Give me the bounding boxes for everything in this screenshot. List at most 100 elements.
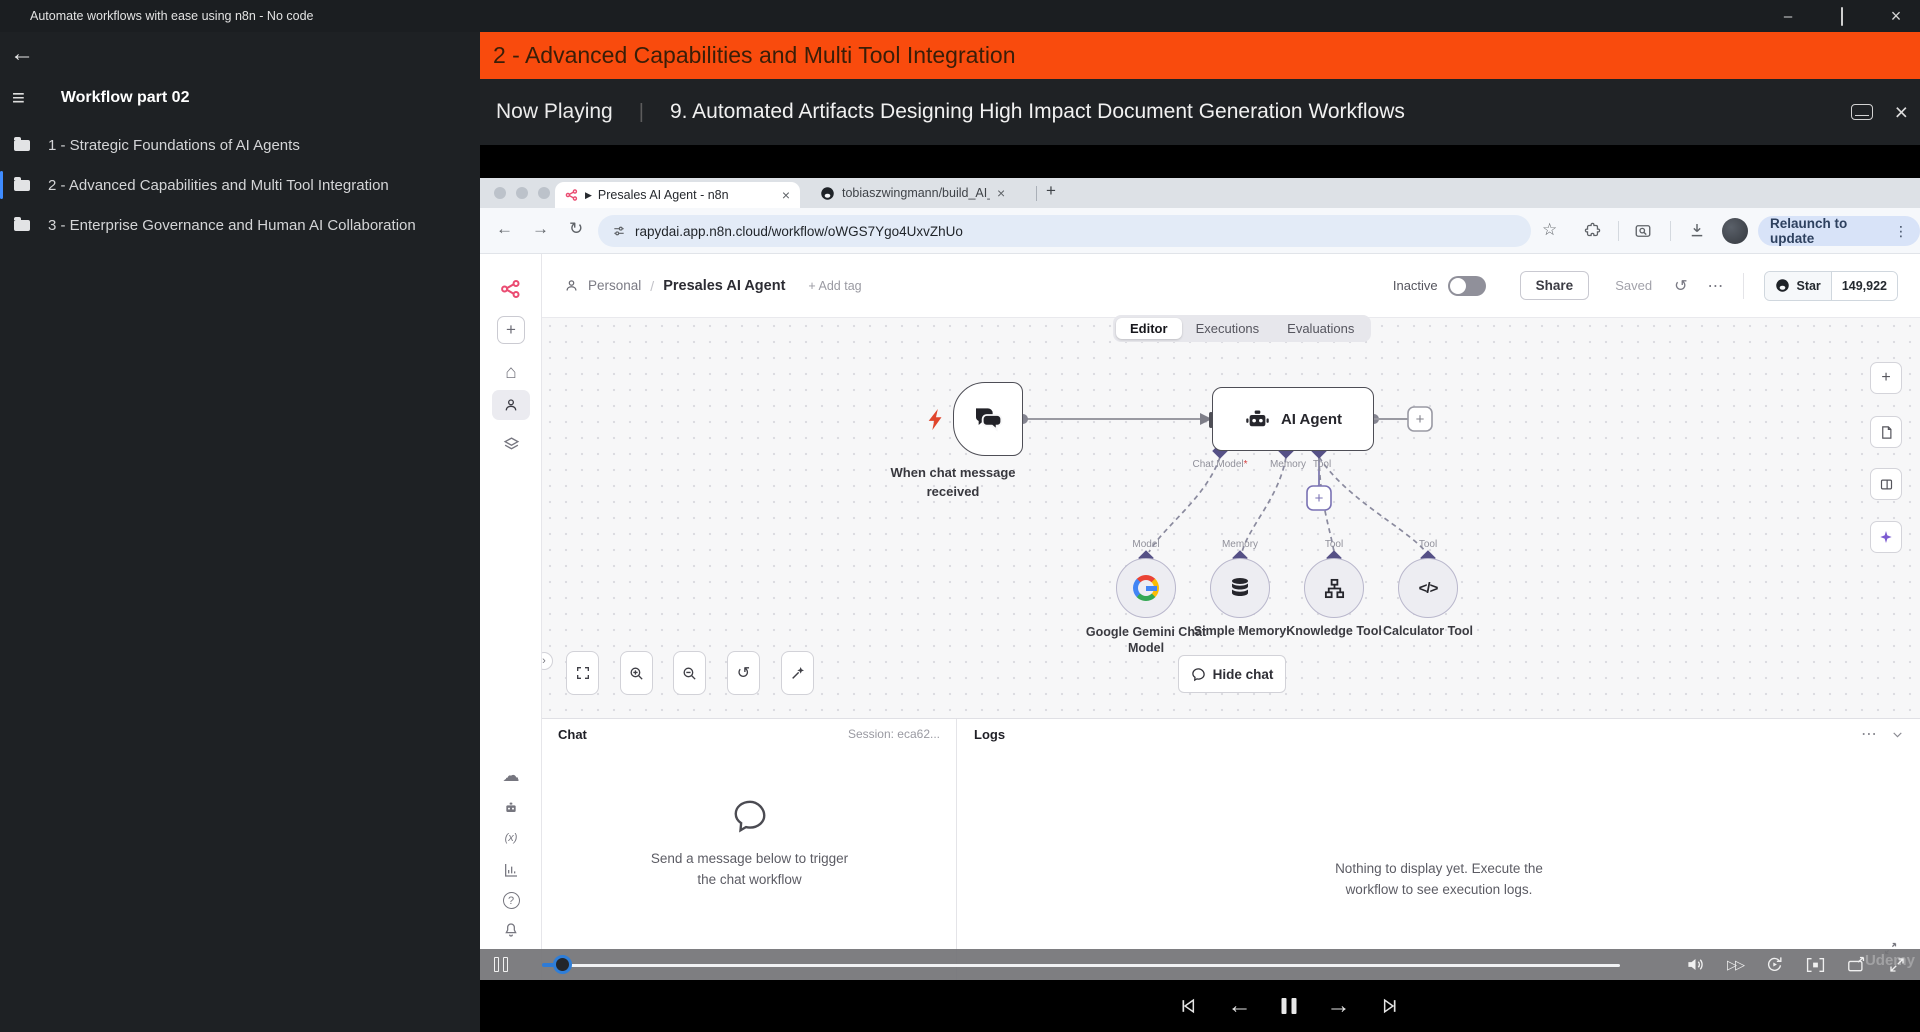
node-knowledge-tool[interactable] [1304,558,1364,618]
node-ai-agent[interactable]: AI Agent [1209,387,1374,451]
chat-session-id[interactable]: Session: eca62... [848,727,940,741]
history-icon[interactable]: ↺ [1674,276,1687,296]
more-options-icon[interactable]: ⋯ [1707,276,1723,296]
url-text: rapydai.app.n8n.cloud/workflow/oWGS7Ygo4… [635,223,963,239]
bot-icon[interactable] [480,800,542,816]
personal-project-icon[interactable] [480,390,542,420]
sidebar-header: ≡ Workflow part 02 [0,84,480,112]
add-workflow-button[interactable]: + [480,316,542,344]
skip-previous-icon[interactable] [1178,996,1198,1016]
progress-track[interactable] [570,964,1620,967]
pip-icon[interactable] [1847,956,1866,973]
tab-close-icon[interactable]: × [782,188,790,202]
person-icon [566,280,577,291]
node-calculator-tool[interactable]: </> [1398,558,1458,618]
fit-view-button[interactable] [566,651,599,695]
pause-button[interactable] [1281,998,1297,1014]
active-toggle[interactable] [1447,275,1486,296]
breadcrumb-project[interactable]: Personal [588,278,641,293]
restore-button[interactable] [1832,6,1852,26]
browser-forward-icon[interactable]: → [532,219,549,239]
skip-next-icon[interactable] [1381,996,1401,1016]
video-controls-bar[interactable]: Udemy ▷▷ [480,949,1920,980]
share-button[interactable]: Share [1519,271,1590,300]
help-icon[interactable]: ? [480,892,542,909]
add-sticky-note-button[interactable] [1870,416,1902,448]
ai-assistant-button[interactable] [1870,521,1902,553]
forward-arrow-icon[interactable]: → [1327,992,1351,1020]
minimize-button[interactable]: – [1778,8,1798,25]
workflow-canvas[interactable]: + + When chat message received AI Agent … [542,318,1920,718]
volume-icon[interactable] [1686,955,1705,974]
tab-close-icon[interactable]: × [997,186,1005,200]
hamburger-menu-icon[interactable]: ≡ [12,85,25,111]
close-button[interactable]: × [1886,6,1906,27]
subport-model: Model [1132,539,1160,550]
sidebar-item-section-1[interactable]: 1 - Strategic Foundations of AI Agents [0,128,480,162]
chevron-down-icon[interactable] [1891,728,1904,741]
selection-bar [0,211,3,239]
node-gemini-model[interactable] [1116,558,1176,618]
playback-speed-icon[interactable]: ▷▷ [1727,957,1745,973]
tidy-up-button[interactable] [781,651,814,695]
rewind-arrow-icon[interactable]: ← [1228,992,1252,1020]
video-frame[interactable]: ▶ Presales AI Agent - n8n × tobiaszwingm… [480,145,1920,981]
close-player-icon[interactable]: × [1895,100,1908,124]
extensions-icon[interactable] [1584,222,1601,239]
download-icon[interactable] [1688,221,1706,239]
chat-empty-line1: Send a message below to trigger [650,851,849,866]
tab-executions[interactable]: Executions [1182,318,1274,339]
variables-icon[interactable]: (x) [480,832,542,844]
address-bar[interactable]: rapydai.app.n8n.cloud/workflow/oWGS7Ygo4… [598,215,1531,247]
tab-editor[interactable]: Editor [1116,318,1182,339]
insights-chart-icon[interactable] [480,862,542,878]
chrome-menu-kebab-icon[interactable]: ⋮ [1894,223,1908,240]
sidebar-item-section-2[interactable]: 2 - Advanced Capabilities and Multi Tool… [0,168,480,202]
home-icon[interactable]: ⌂ [480,362,542,384]
workflow-name[interactable]: Presales AI Agent [663,278,785,294]
browser-tab-active[interactable]: ▶ Presales AI Agent - n8n × [555,182,800,208]
node-simple-memory[interactable] [1210,558,1270,618]
browser-back-icon[interactable]: ← [496,219,513,239]
layout-panel-button[interactable] [1870,468,1902,500]
cloud-icon[interactable]: ☁ [480,766,542,786]
github-star-widget[interactable]: Star 149,922 [1764,270,1898,301]
port-chat-model: Chat Model* [1192,459,1248,470]
tab-title: tobiaszwingmann/build_AI_a [842,186,990,200]
subport-tool1: Tool [1324,539,1344,550]
replay-icon[interactable] [1765,955,1784,974]
browser-reload-icon[interactable]: ↻ [569,219,583,239]
pause-icon[interactable] [494,957,508,972]
traffic-light [494,187,506,199]
node-chat-trigger[interactable] [953,382,1023,456]
relaunch-update-button[interactable]: Relaunch to update ⋮ [1758,216,1920,246]
logs-more-icon[interactable]: ⋯ [1861,724,1877,744]
n8n-logo-icon[interactable] [480,278,542,300]
fullscreen-icon[interactable] [1888,956,1906,974]
notifications-bell-icon[interactable] [480,922,542,938]
sidebar-item-section-3[interactable]: 3 - Enterprise Governance and Human AI C… [0,208,480,242]
tab-evaluations[interactable]: Evaluations [1273,318,1368,339]
dock-player-icon[interactable] [1850,104,1873,120]
chat-bubble-icon [1191,667,1205,681]
undo-button[interactable]: ↺ [727,651,760,695]
theater-mode-icon[interactable] [1806,957,1825,973]
tab-search-icon[interactable] [1634,222,1652,240]
github-icon [821,186,834,200]
zoom-in-button[interactable] [620,651,653,695]
new-tab-button[interactable]: + [1046,181,1056,201]
hide-chat-button[interactable]: Hide chat [1178,655,1286,693]
browser-tab-inactive[interactable]: tobiaszwingmann/build_AI_a × [810,178,1026,208]
add-node-button[interactable]: + [1870,362,1902,394]
progress-scrubber[interactable] [553,955,572,974]
zoom-out-button[interactable] [673,651,706,695]
profile-avatar[interactable] [1722,218,1748,244]
add-tag-button[interactable]: + Add tag [808,279,861,293]
subnode-label: Simple Memory [1193,624,1287,638]
chat-title: Chat [558,726,587,742]
bookmark-star-icon[interactable]: ☆ [1542,220,1557,240]
star-count: 149,922 [1830,271,1897,300]
folder-icon [14,216,30,231]
templates-layers-icon[interactable] [480,436,542,453]
back-arrow-icon[interactable]: ← [10,40,34,68]
